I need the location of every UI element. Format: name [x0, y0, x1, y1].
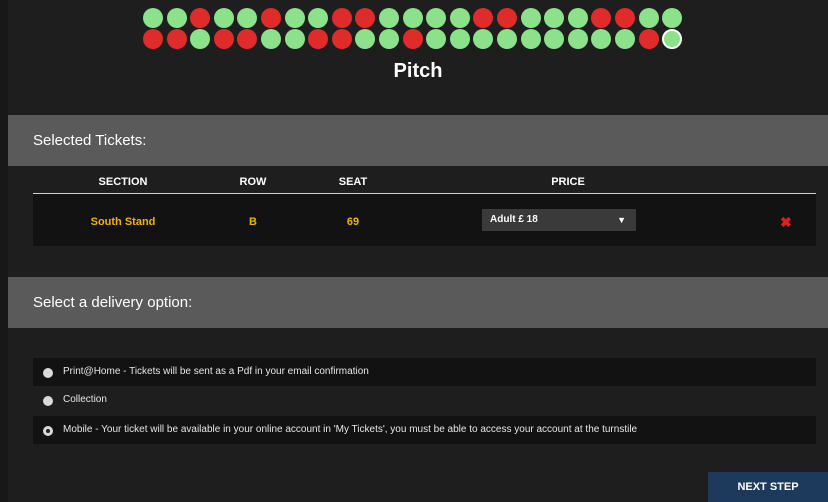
seat-row1-5-avail[interactable]	[237, 8, 258, 28]
column-header-price: PRICE	[551, 176, 585, 188]
seat-row2-22-taken[interactable]	[638, 29, 659, 49]
seat-row2-21-avail[interactable]	[615, 29, 635, 49]
seat-row1-16-taken[interactable]	[497, 8, 517, 28]
seat-row1-11-avail[interactable]	[379, 8, 399, 28]
delivery-option-label: Mobile - Your ticket will be available i…	[63, 424, 638, 435]
seat-row2-8-taken[interactable]	[308, 29, 329, 49]
table-row: South Stand B 69 Adult £ 18 ▼ ✖	[33, 194, 816, 246]
delivery-option-label: Print@Home - Tickets will be sent as a P…	[63, 366, 369, 377]
delivery-option-print-at-home[interactable]: Print@Home - Tickets will be sent as a P…	[33, 358, 816, 386]
seat-row1-2-avail[interactable]	[166, 8, 187, 28]
seat-row2-18-avail[interactable]	[544, 29, 565, 49]
remove-ticket-close-icon[interactable]: ✖	[780, 214, 792, 231]
seat-row1-17-avail[interactable]	[520, 8, 541, 28]
radio-collection[interactable]	[43, 396, 53, 406]
ticket-seat: 69	[346, 216, 360, 228]
column-header-row: ROW	[239, 176, 267, 188]
seat-row1-9-taken[interactable]	[331, 8, 352, 28]
seat-row2-6-avail[interactable]	[261, 29, 281, 49]
seat-row1-19-avail[interactable]	[567, 8, 588, 28]
column-header-seat: SEAT	[338, 176, 368, 188]
seat-row1-3-taken[interactable]	[190, 8, 211, 28]
seat-row1-8-avail[interactable]	[308, 8, 329, 28]
seat-row2-1-taken[interactable]	[143, 29, 163, 49]
seat-row2-7-avail[interactable]	[284, 29, 305, 49]
seat-row2-3-avail[interactable]	[190, 29, 211, 49]
seat-row2-23-selected[interactable]	[662, 29, 683, 49]
price-select[interactable]: Adult £ 18 ▼	[482, 209, 636, 231]
seat-row1-20-taken[interactable]	[591, 8, 612, 28]
seat-row1-4-avail[interactable]	[213, 8, 234, 28]
seat-row2-9-taken[interactable]	[331, 29, 352, 49]
seat-row1-6-taken[interactable]	[261, 8, 281, 28]
ticket-section: South Stand	[90, 216, 156, 228]
seat-row1-13-avail[interactable]	[426, 8, 447, 28]
seat-row1-22-avail[interactable]	[638, 8, 659, 28]
ticket-booking-panel: Pitch Selected Tickets: SECTION ROW SEAT…	[8, 0, 828, 502]
radio-mobile[interactable]	[43, 426, 53, 436]
seat-row2-16-avail[interactable]	[497, 29, 517, 49]
delivery-option-label: Collection	[63, 394, 107, 405]
seat-row2-5-taken[interactable]	[237, 29, 258, 49]
radio-print-at-home[interactable]	[43, 368, 53, 378]
selected-tickets-header: Selected Tickets:	[8, 115, 828, 166]
seat-row2-11-avail[interactable]	[379, 29, 399, 49]
seat-row2-13-avail[interactable]	[426, 29, 447, 49]
chevron-down-icon: ▼	[617, 215, 626, 225]
seat-row2-15-avail[interactable]	[473, 29, 494, 49]
column-header-section: SECTION	[98, 176, 148, 188]
seat-map: Pitch	[8, 0, 828, 115]
ticket-row: B	[249, 216, 257, 228]
seat-row2-14-avail[interactable]	[449, 29, 470, 49]
seat-row2-4-taken[interactable]	[213, 29, 234, 49]
delivery-option-collection[interactable]: Collection	[33, 386, 816, 413]
seat-row1-18-avail[interactable]	[544, 8, 565, 28]
seat-row1-12-avail[interactable]	[402, 8, 423, 28]
seat-row1-1-avail[interactable]	[143, 8, 163, 28]
seat-row2-10-avail[interactable]	[355, 29, 376, 49]
next-step-button[interactable]: NEXT STEP	[708, 472, 828, 502]
seat-row1-10-taken[interactable]	[355, 8, 376, 28]
seat-row1-23-avail[interactable]	[662, 8, 683, 28]
seat-row2-19-avail[interactable]	[567, 29, 588, 49]
seat-row2-2-taken[interactable]	[166, 29, 187, 49]
seat-row2-20-avail[interactable]	[591, 29, 612, 49]
seat-row1-7-avail[interactable]	[284, 8, 305, 28]
seat-row2-17-avail[interactable]	[520, 29, 541, 49]
delivery-options-header: Select a delivery option:	[8, 277, 828, 328]
pitch-label: Pitch	[393, 60, 443, 82]
seat-row1-21-taken[interactable]	[615, 8, 635, 28]
delivery-option-mobile[interactable]: Mobile - Your ticket will be available i…	[33, 416, 816, 444]
price-select-value: Adult £ 18	[490, 214, 538, 225]
seat-row1-15-taken[interactable]	[473, 8, 494, 28]
table-header-row: SECTION ROW SEAT PRICE	[33, 166, 816, 194]
seat-row2-12-taken[interactable]	[402, 29, 423, 49]
seat-row1-14-avail[interactable]	[449, 8, 470, 28]
